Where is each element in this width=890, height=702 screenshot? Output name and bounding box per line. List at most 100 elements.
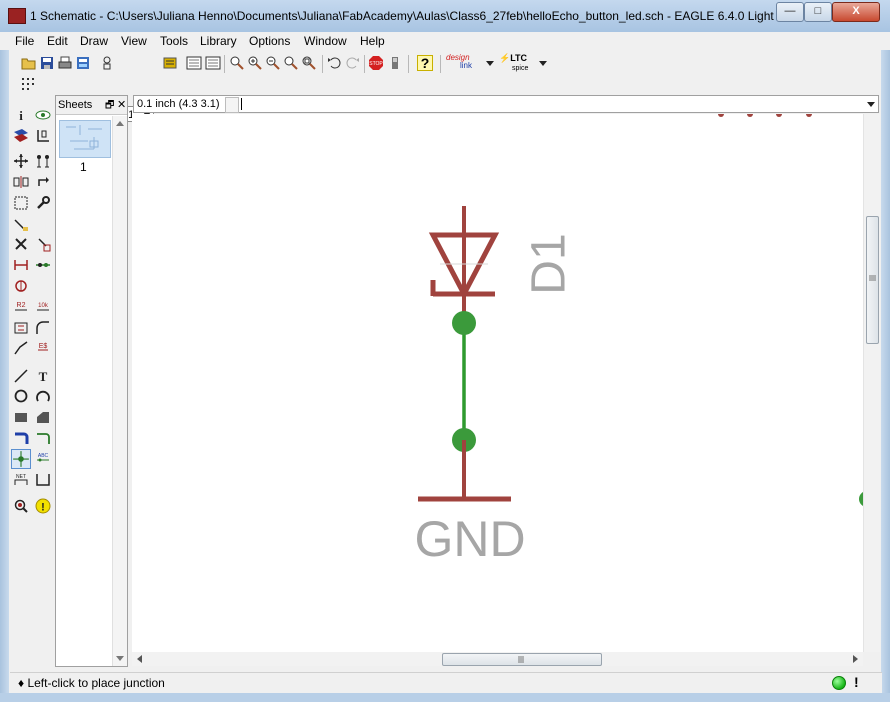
save-icon[interactable] <box>39 55 55 71</box>
polygon-icon[interactable] <box>35 409 51 425</box>
rotate-icon[interactable] <box>35 174 51 190</box>
attribute-icon[interactable]: NET <box>13 471 29 487</box>
horizontal-scroll-thumb[interactable] <box>442 653 602 666</box>
eagle-app-icon[interactable] <box>8 8 26 24</box>
canvas-vertical-scrollbar[interactable] <box>863 114 880 652</box>
sheets-scrollbar[interactable] <box>112 116 127 666</box>
mirror-icon[interactable] <box>13 174 29 190</box>
dimension-icon[interactable] <box>35 471 51 487</box>
ltc-label: LTC <box>510 53 528 63</box>
command-line[interactable]: 0.1 inch (4.3 3.1) <box>133 95 879 113</box>
delete-icon[interactable] <box>13 236 29 252</box>
maximize-button[interactable]: □ <box>804 2 832 22</box>
pinswap-icon[interactable] <box>13 257 29 273</box>
design-link-button[interactable]: design link <box>446 54 486 72</box>
info-icon[interactable]: i <box>13 107 29 123</box>
minimize-button[interactable]: — <box>776 2 804 22</box>
redo-icon[interactable] <box>345 55 361 71</box>
label-icon[interactable]: ABC <box>35 450 51 466</box>
copy-icon[interactable] <box>35 153 51 169</box>
menu-tools[interactable]: Tools <box>160 34 188 48</box>
chevron-down-icon[interactable] <box>867 102 875 107</box>
value-icon[interactable]: 10k <box>35 299 51 315</box>
svg-text:ABC: ABC <box>38 453 49 459</box>
invoke-icon[interactable]: E$ <box>35 340 51 356</box>
sheet-thumbnail[interactable] <box>59 120 111 158</box>
chevron-down-icon[interactable] <box>485 55 495 71</box>
menu-help[interactable]: Help <box>360 34 385 48</box>
net-icon[interactable] <box>35 430 51 446</box>
junction-tool-active[interactable] <box>11 449 31 469</box>
menu-window[interactable]: Window <box>304 34 347 48</box>
close-button[interactable]: X <box>832 2 880 22</box>
sheets-panel-header: Sheets 🗗 ✕ <box>56 96 127 115</box>
redraw-icon[interactable] <box>283 55 299 71</box>
board-switch-icon[interactable] <box>162 55 178 71</box>
led-d1-symbol[interactable] <box>428 206 500 322</box>
open-folder-icon[interactable] <box>21 55 37 71</box>
menu-draw[interactable]: Draw <box>80 34 108 48</box>
menu-options[interactable]: Options <box>249 34 290 48</box>
grid-dots-icon[interactable] <box>20 76 36 92</box>
help-button[interactable]: ? <box>417 55 433 71</box>
errors-warning-icon[interactable]: ! <box>35 498 51 514</box>
undo-icon[interactable] <box>326 55 342 71</box>
wire-icon[interactable] <box>13 368 29 384</box>
ltc-spice-button[interactable]: ⚡LTC spice <box>499 53 539 73</box>
chevron-down-icon[interactable] <box>538 55 548 71</box>
text-icon[interactable]: T <box>35 368 51 384</box>
paste-icon[interactable] <box>13 216 29 232</box>
mark-icon[interactable] <box>35 128 51 144</box>
command-history-button[interactable] <box>225 97 239 113</box>
smash-icon[interactable] <box>13 320 29 336</box>
zoom-out-icon[interactable] <box>265 55 281 71</box>
zoom-fit-icon[interactable] <box>229 55 245 71</box>
warning-indicator[interactable]: ! <box>854 674 859 690</box>
add-part-icon[interactable] <box>35 236 51 252</box>
part-name-label[interactable]: D1 <box>523 233 576 294</box>
canvas-horizontal-scrollbar[interactable] <box>132 652 863 666</box>
gnd-label[interactable]: GND <box>414 511 525 567</box>
bus-icon[interactable] <box>13 430 29 446</box>
grip-icon <box>518 656 524 663</box>
group-icon[interactable] <box>13 195 29 211</box>
menu-edit[interactable]: Edit <box>47 34 68 48</box>
schematic-canvas[interactable]: D1 GND <box>132 114 863 652</box>
scroll-down-icon[interactable] <box>116 656 124 662</box>
menu-file[interactable]: File <box>15 34 34 48</box>
menu-library[interactable]: Library <box>200 34 237 48</box>
float-panel-icon[interactable]: 🗗 <box>105 98 114 115</box>
arc-icon[interactable] <box>35 388 51 404</box>
replace-icon[interactable] <box>13 278 29 294</box>
close-panel-icon[interactable]: ✕ <box>117 98 126 111</box>
rectangle-icon[interactable] <box>13 409 29 425</box>
go-icon[interactable] <box>387 55 403 71</box>
menu-view[interactable]: View <box>121 34 147 48</box>
parameter-toolbar <box>0 74 890 94</box>
scroll-right-icon[interactable] <box>853 655 859 663</box>
use-library-icon[interactable] <box>99 55 115 71</box>
move-icon[interactable] <box>13 153 29 169</box>
junction-dot[interactable] <box>452 311 476 335</box>
sheet-next-icon[interactable] <box>205 55 221 71</box>
cam-processor-icon[interactable] <box>75 55 91 71</box>
zoom-in-icon[interactable] <box>247 55 263 71</box>
name-icon[interactable]: R2 <box>13 299 29 315</box>
circle-icon[interactable] <box>13 388 29 404</box>
split-icon[interactable] <box>13 340 29 356</box>
sheet-prev-icon[interactable] <box>186 55 202 71</box>
gateswap-icon[interactable] <box>35 257 51 273</box>
scroll-up-icon[interactable] <box>116 120 124 126</box>
display-layers-icon[interactable] <box>13 128 29 144</box>
gnd-supply-symbol[interactable] <box>418 440 511 502</box>
show-eye-icon[interactable] <box>35 107 51 123</box>
miter-icon[interactable] <box>35 320 51 336</box>
vertical-scroll-thumb[interactable] <box>866 216 879 344</box>
erc-icon[interactable] <box>13 498 29 514</box>
stop-icon[interactable]: STOP <box>368 55 384 71</box>
change-wrench-icon[interactable] <box>35 195 51 211</box>
print-icon[interactable] <box>57 55 73 71</box>
scroll-left-icon[interactable] <box>136 655 142 663</box>
schematic-drawing: D1 GND <box>414 114 863 567</box>
zoom-select-icon[interactable] <box>301 55 317 71</box>
